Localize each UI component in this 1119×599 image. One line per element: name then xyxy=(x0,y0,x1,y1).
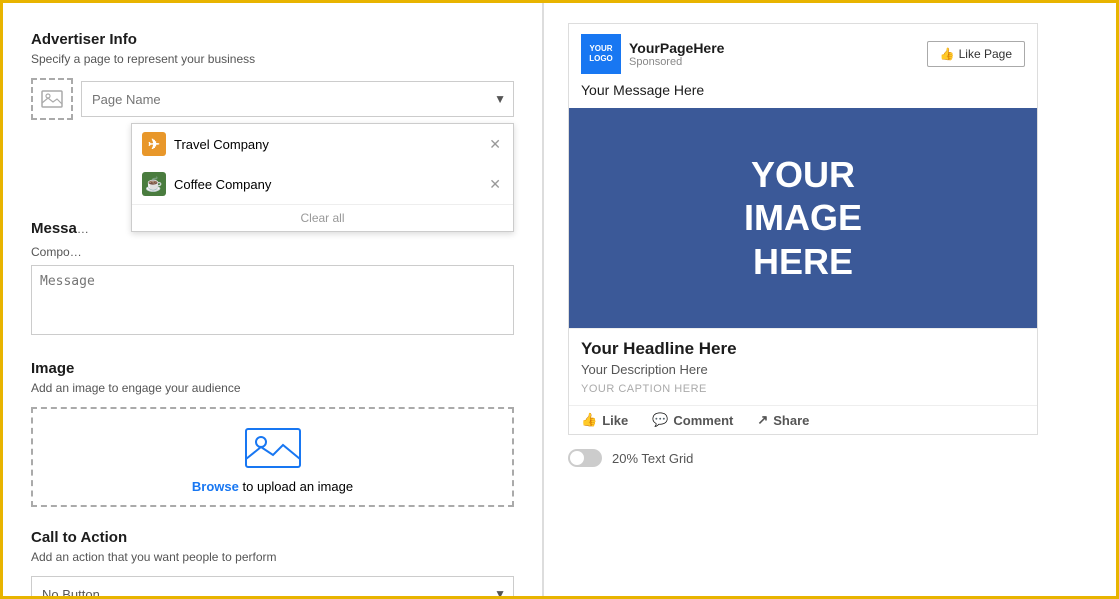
like-action-icon: 👍 xyxy=(581,412,597,428)
message-title: Messa… xyxy=(31,220,89,237)
main-container: Advertiser Info Specify a page to repres… xyxy=(0,0,1119,599)
coffee-company-label: Coffee Company xyxy=(174,177,271,192)
left-panel: Advertiser Info Specify a page to repres… xyxy=(3,3,543,596)
ad-description: Your Description Here xyxy=(581,362,1025,377)
image-upload-box[interactable]: Browse to upload an image xyxy=(31,407,514,507)
ad-message-text: Your Message Here xyxy=(569,82,1037,108)
upload-image-icon xyxy=(243,421,303,471)
ad-actions: 👍 Like 💬 Comment ↗ Share xyxy=(569,405,1037,434)
like-page-button[interactable]: 👍 Like Page xyxy=(927,41,1025,67)
like-page-label: Like Page xyxy=(959,47,1012,61)
image-placeholder-icon xyxy=(41,90,63,108)
upload-text: Browse to upload an image xyxy=(192,479,353,494)
like-action-button[interactable]: 👍 Like xyxy=(581,412,628,428)
message-section: Messa… Compo… xyxy=(31,220,514,338)
clear-all-button[interactable]: Clear all xyxy=(132,204,513,231)
advertiser-title: Advertiser Info xyxy=(31,31,514,48)
ad-image-placeholder: YOURIMAGEHERE xyxy=(569,108,1037,328)
ad-logo-box: YOURLOGO xyxy=(581,34,621,74)
cta-subtitle: Add an action that you want people to pe… xyxy=(31,550,514,564)
ad-logo-text: YOURLOGO xyxy=(589,44,613,63)
comment-action-label: Comment xyxy=(673,413,733,428)
page-icon-box xyxy=(31,78,73,120)
text-grid-row: 20% Text Grid xyxy=(568,449,1092,467)
cta-select-wrapper: No Button ▼ xyxy=(31,576,514,599)
coffee-company-icon: ☕ xyxy=(142,172,166,196)
ad-logo-name: YOURLOGO YourPageHere Sponsored xyxy=(581,34,724,74)
like-action-label: Like xyxy=(602,413,628,428)
right-panel: YOURLOGO YourPageHere Sponsored 👍 Like P… xyxy=(544,3,1116,596)
toggle-knob xyxy=(570,451,584,465)
ad-header: YOURLOGO YourPageHere Sponsored 👍 Like P… xyxy=(569,24,1037,82)
thumbs-up-icon: 👍 xyxy=(940,47,955,61)
comment-action-icon: 💬 xyxy=(652,412,668,428)
dropdown-list: ✈ Travel Company ✕ ☕ Coffee Company ✕ xyxy=(131,123,514,232)
share-action-button[interactable]: ↗ Share xyxy=(757,412,809,428)
image-subtitle: Add an image to engage your audience xyxy=(31,381,514,395)
image-title: Image xyxy=(31,360,514,377)
browse-link[interactable]: Browse xyxy=(192,479,239,494)
advertiser-section: Advertiser Info Specify a page to repres… xyxy=(31,31,514,120)
image-section: Image Add an image to engage your audien… xyxy=(31,360,514,507)
ad-preview-card: YOURLOGO YourPageHere Sponsored 👍 Like P… xyxy=(568,23,1038,435)
travel-company-icon: ✈ xyxy=(142,132,166,156)
comment-action-button[interactable]: 💬 Comment xyxy=(652,412,733,428)
page-selector-row: ▼ ✈ Travel Company ✕ ☕ xyxy=(31,78,514,120)
share-action-label: Share xyxy=(773,413,809,428)
message-subtitle: Compo… xyxy=(31,245,514,259)
dropdown-item-coffee[interactable]: ☕ Coffee Company ✕ xyxy=(132,164,513,204)
text-grid-label: 20% Text Grid xyxy=(612,451,693,466)
page-name-input-wrapper: ▼ ✈ Travel Company ✕ ☕ xyxy=(81,81,514,117)
ad-image-text: YOURIMAGEHERE xyxy=(744,153,862,283)
message-textarea[interactable] xyxy=(31,265,514,335)
share-action-icon: ↗ xyxy=(757,412,768,428)
ad-sponsored: Sponsored xyxy=(629,56,724,68)
dropdown-item-travel[interactable]: ✈ Travel Company ✕ xyxy=(132,124,513,164)
travel-remove-button[interactable]: ✕ xyxy=(487,136,503,153)
text-grid-toggle[interactable] xyxy=(568,449,602,467)
upload-suffix: to upload an image xyxy=(239,479,353,494)
cta-title: Call to Action xyxy=(31,529,514,546)
advertiser-subtitle: Specify a page to represent your busines… xyxy=(31,52,514,66)
cta-select[interactable]: No Button xyxy=(31,576,514,599)
ad-content-area: Your Headline Here Your Description Here… xyxy=(569,328,1037,405)
ad-page-name: YourPageHere xyxy=(629,40,724,56)
travel-company-label: Travel Company xyxy=(174,137,269,152)
ad-headline: Your Headline Here xyxy=(581,339,1025,359)
ad-caption: YOUR CAPTION HERE xyxy=(581,383,1025,395)
page-name-input[interactable] xyxy=(81,81,514,117)
coffee-remove-button[interactable]: ✕ xyxy=(487,176,503,193)
cta-section: Call to Action Add an action that you wa… xyxy=(31,529,514,599)
